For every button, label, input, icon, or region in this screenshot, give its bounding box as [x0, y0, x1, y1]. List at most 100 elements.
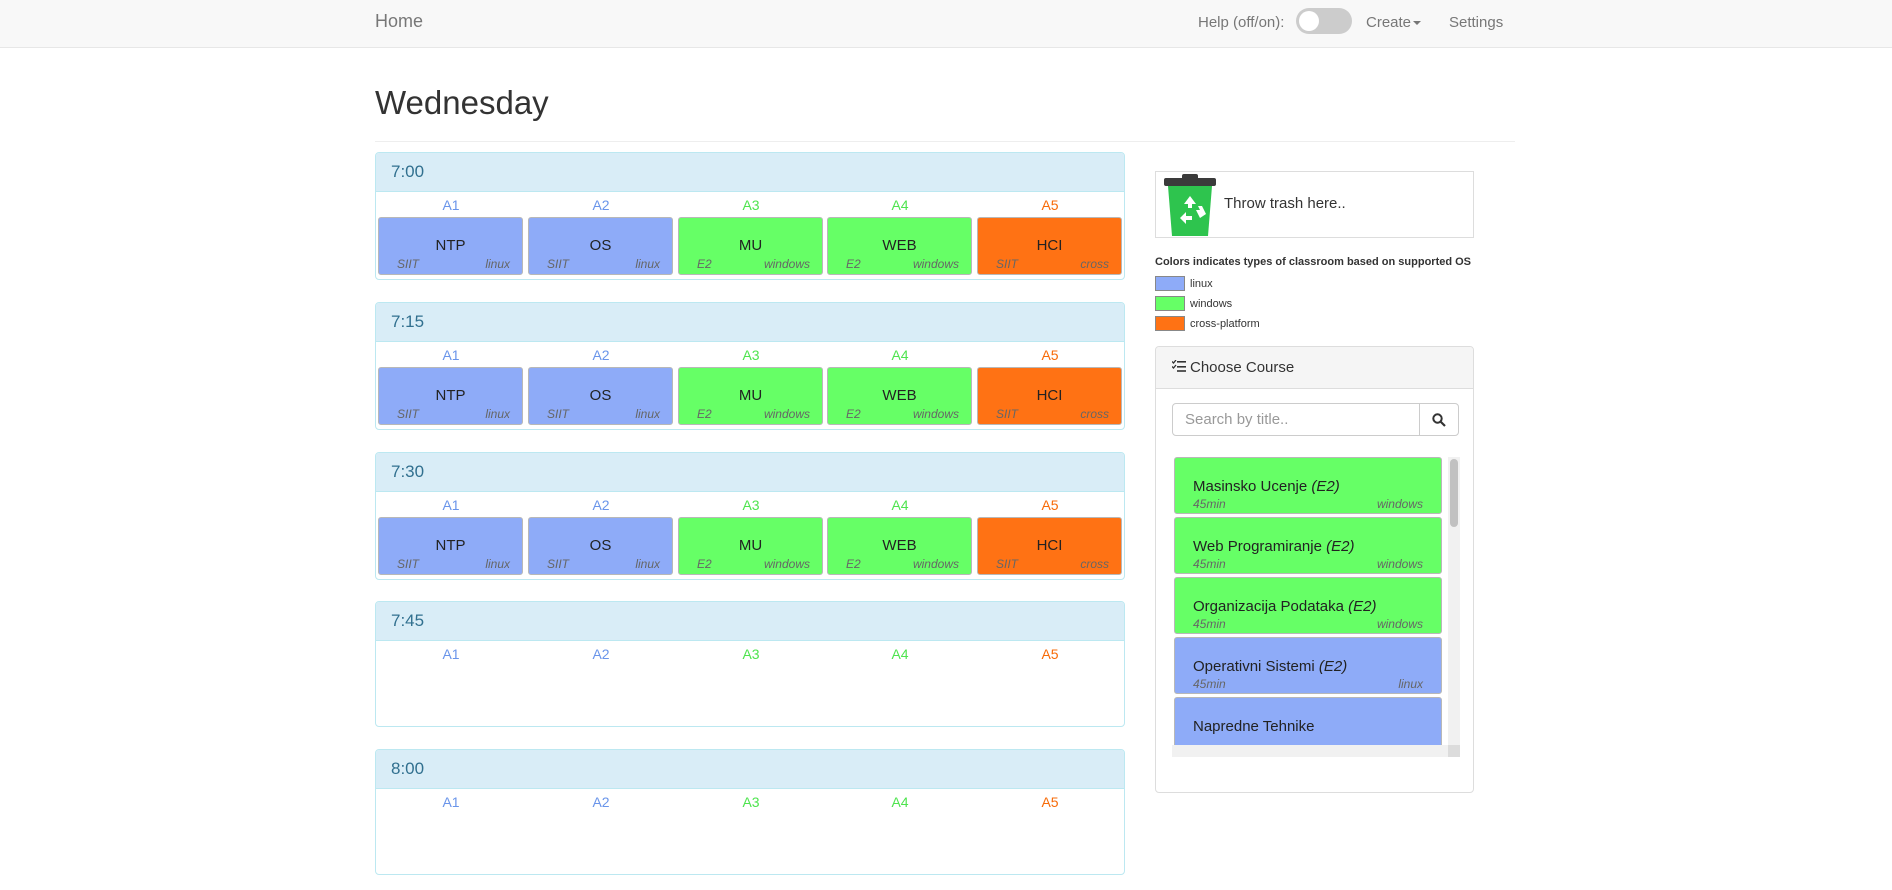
trash-label: Throw trash here..	[1224, 195, 1346, 212]
scheduled-course[interactable]: OS SIIT linux	[528, 217, 673, 275]
course-list[interactable]: Napredne Tehnike Operativni Sistemi (E2)…	[1172, 457, 1460, 757]
course-name: MU	[738, 387, 763, 404]
legend-swatch	[1155, 276, 1185, 291]
legend-title: Colors indicates types of classroom base…	[1155, 256, 1472, 268]
room-label: A4	[891, 646, 909, 662]
legend-label: windows	[1190, 298, 1233, 310]
time-slot: 7:00 A1 A2 A3 A4 A5 NTP SIIT linux OS SIIT linux MU E…	[375, 152, 1125, 280]
course-name: HCI	[1036, 387, 1063, 404]
course-name: OS	[589, 387, 612, 404]
horizontal-scrollbar[interactable]	[1172, 745, 1448, 757]
trash-bin-icon	[1164, 174, 1216, 236]
course-dept: SIIT	[397, 557, 420, 571]
help-label: Help (off/on):	[1198, 14, 1285, 31]
course-item[interactable]: Web Programiranje (E2) 45min windows	[1174, 517, 1442, 574]
course-name: NTP	[435, 537, 466, 554]
course-os: linux	[635, 257, 660, 271]
panel-header: Choose Course	[1156, 347, 1473, 389]
course-title-text: Masinsko Ucenje	[1193, 478, 1308, 495]
course-item[interactable]: Operativni Sistemi (E2) 45min linux	[1174, 637, 1442, 694]
course-item[interactable]: Masinsko Ucenje (E2) 45min windows	[1174, 457, 1442, 514]
help-toggle[interactable]	[1296, 8, 1352, 34]
course-name: HCI	[1036, 537, 1063, 554]
course-search-input[interactable]	[1172, 403, 1420, 436]
scheduled-course[interactable]: OS SIIT linux	[528, 517, 673, 575]
scheduled-course[interactable]: NTP SIIT linux	[378, 517, 523, 575]
course-title-text: Napredne Tehnike	[1193, 718, 1315, 735]
scheduled-course[interactable]: NTP SIIT linux	[378, 217, 523, 275]
course-dept: E2	[697, 257, 712, 271]
room-label: A3	[742, 497, 760, 513]
time-slot: 8:00 A1 A2 A3 A4 A5	[375, 749, 1125, 875]
room-label: A5	[1041, 197, 1059, 213]
course-dept: SIIT	[397, 257, 420, 271]
slot-cells[interactable]: NTP SIIT linux OS SIIT linux MU E2 windows WEB E2 w…	[376, 217, 1124, 277]
scrollbar-thumb[interactable]	[1450, 459, 1458, 527]
scheduled-course[interactable]: WEB E2 windows	[827, 367, 972, 425]
legend-swatch	[1155, 316, 1185, 331]
scheduled-course[interactable]: MU E2 windows	[678, 217, 823, 275]
course-os: windows	[912, 407, 959, 421]
course-title: Organizacija Podataka (E2)	[1193, 598, 1376, 615]
room-label: A2	[592, 197, 610, 213]
create-dropdown[interactable]: Create	[1366, 14, 1422, 31]
course-os: windows	[763, 407, 810, 421]
room-label: A5	[1041, 794, 1059, 810]
slot-cells[interactable]: NTP SIIT linux OS SIIT linux MU E2 windows WEB E2 w…	[376, 367, 1124, 427]
room-row: A1 A2 A3 A4 A5	[376, 641, 1124, 666]
course-name: OS	[589, 537, 612, 554]
course-item[interactable]: Organizacija Podataka (E2) 45min windows	[1174, 577, 1442, 634]
scheduled-course[interactable]: MU E2 windows	[678, 367, 823, 425]
course-os: linux	[635, 407, 660, 421]
course-duration: 45min	[1193, 497, 1226, 511]
scheduled-course[interactable]: HCI SIIT cross	[977, 367, 1122, 425]
course-title-text: Organizacija Podataka	[1193, 598, 1344, 615]
slot-time: 8:00	[376, 750, 1124, 789]
slot-cells[interactable]	[376, 666, 1124, 726]
course-name: OS	[589, 237, 612, 254]
room-row: A1 A2 A3 A4 A5	[376, 789, 1124, 814]
course-name: MU	[738, 537, 763, 554]
course-dept: SIIT	[547, 257, 570, 271]
course-os: windows	[912, 257, 959, 271]
room-label: A5	[1041, 646, 1059, 662]
course-dept: E2	[697, 407, 712, 421]
room-label: A3	[742, 646, 760, 662]
course-name: NTP	[435, 387, 466, 404]
course-os: windows	[1376, 497, 1423, 511]
scheduled-course[interactable]: HCI SIIT cross	[977, 217, 1122, 275]
trash-dropzone[interactable]: Throw trash here..	[1155, 171, 1474, 238]
course-os: windows	[912, 557, 959, 571]
course-os: linux	[635, 557, 660, 571]
slot-time: 7:45	[376, 602, 1124, 641]
search-button[interactable]	[1419, 403, 1459, 436]
slot-time: 7:30	[376, 453, 1124, 492]
course-title: Masinsko Ucenje (E2)	[1193, 478, 1340, 495]
course-os: windows	[1376, 617, 1423, 631]
room-label: A1	[442, 197, 460, 213]
room-label: A1	[442, 794, 460, 810]
scheduled-course[interactable]: WEB E2 windows	[827, 517, 972, 575]
title-divider	[375, 141, 1515, 142]
vertical-scrollbar[interactable]	[1448, 457, 1460, 745]
home-link[interactable]: Home	[375, 11, 423, 32]
course-title: Napredne Tehnike	[1193, 718, 1314, 735]
course-dept: (E2)	[1311, 478, 1340, 495]
room-label: A3	[742, 347, 760, 363]
scheduled-course[interactable]: HCI SIIT cross	[977, 517, 1122, 575]
slot-cells[interactable]	[376, 814, 1124, 874]
caret-down-icon	[1413, 21, 1422, 26]
scheduled-course[interactable]: MU E2 windows	[678, 517, 823, 575]
course-duration: 45min	[1193, 677, 1226, 691]
room-label: A1	[442, 646, 460, 662]
room-label: A3	[742, 197, 760, 213]
scheduled-course[interactable]: OS SIIT linux	[528, 367, 673, 425]
slot-cells[interactable]: NTP SIIT linux OS SIIT linux MU E2 windows WEB E2 w…	[376, 517, 1124, 577]
course-duration: 45min	[1193, 557, 1226, 571]
course-os: windows	[763, 557, 810, 571]
course-name: WEB	[882, 387, 917, 404]
scheduled-course[interactable]: WEB E2 windows	[827, 217, 972, 275]
scheduled-course[interactable]: NTP SIIT linux	[378, 367, 523, 425]
settings-link[interactable]: Settings	[1449, 14, 1503, 31]
room-row: A1 A2 A3 A4 A5	[376, 342, 1124, 367]
